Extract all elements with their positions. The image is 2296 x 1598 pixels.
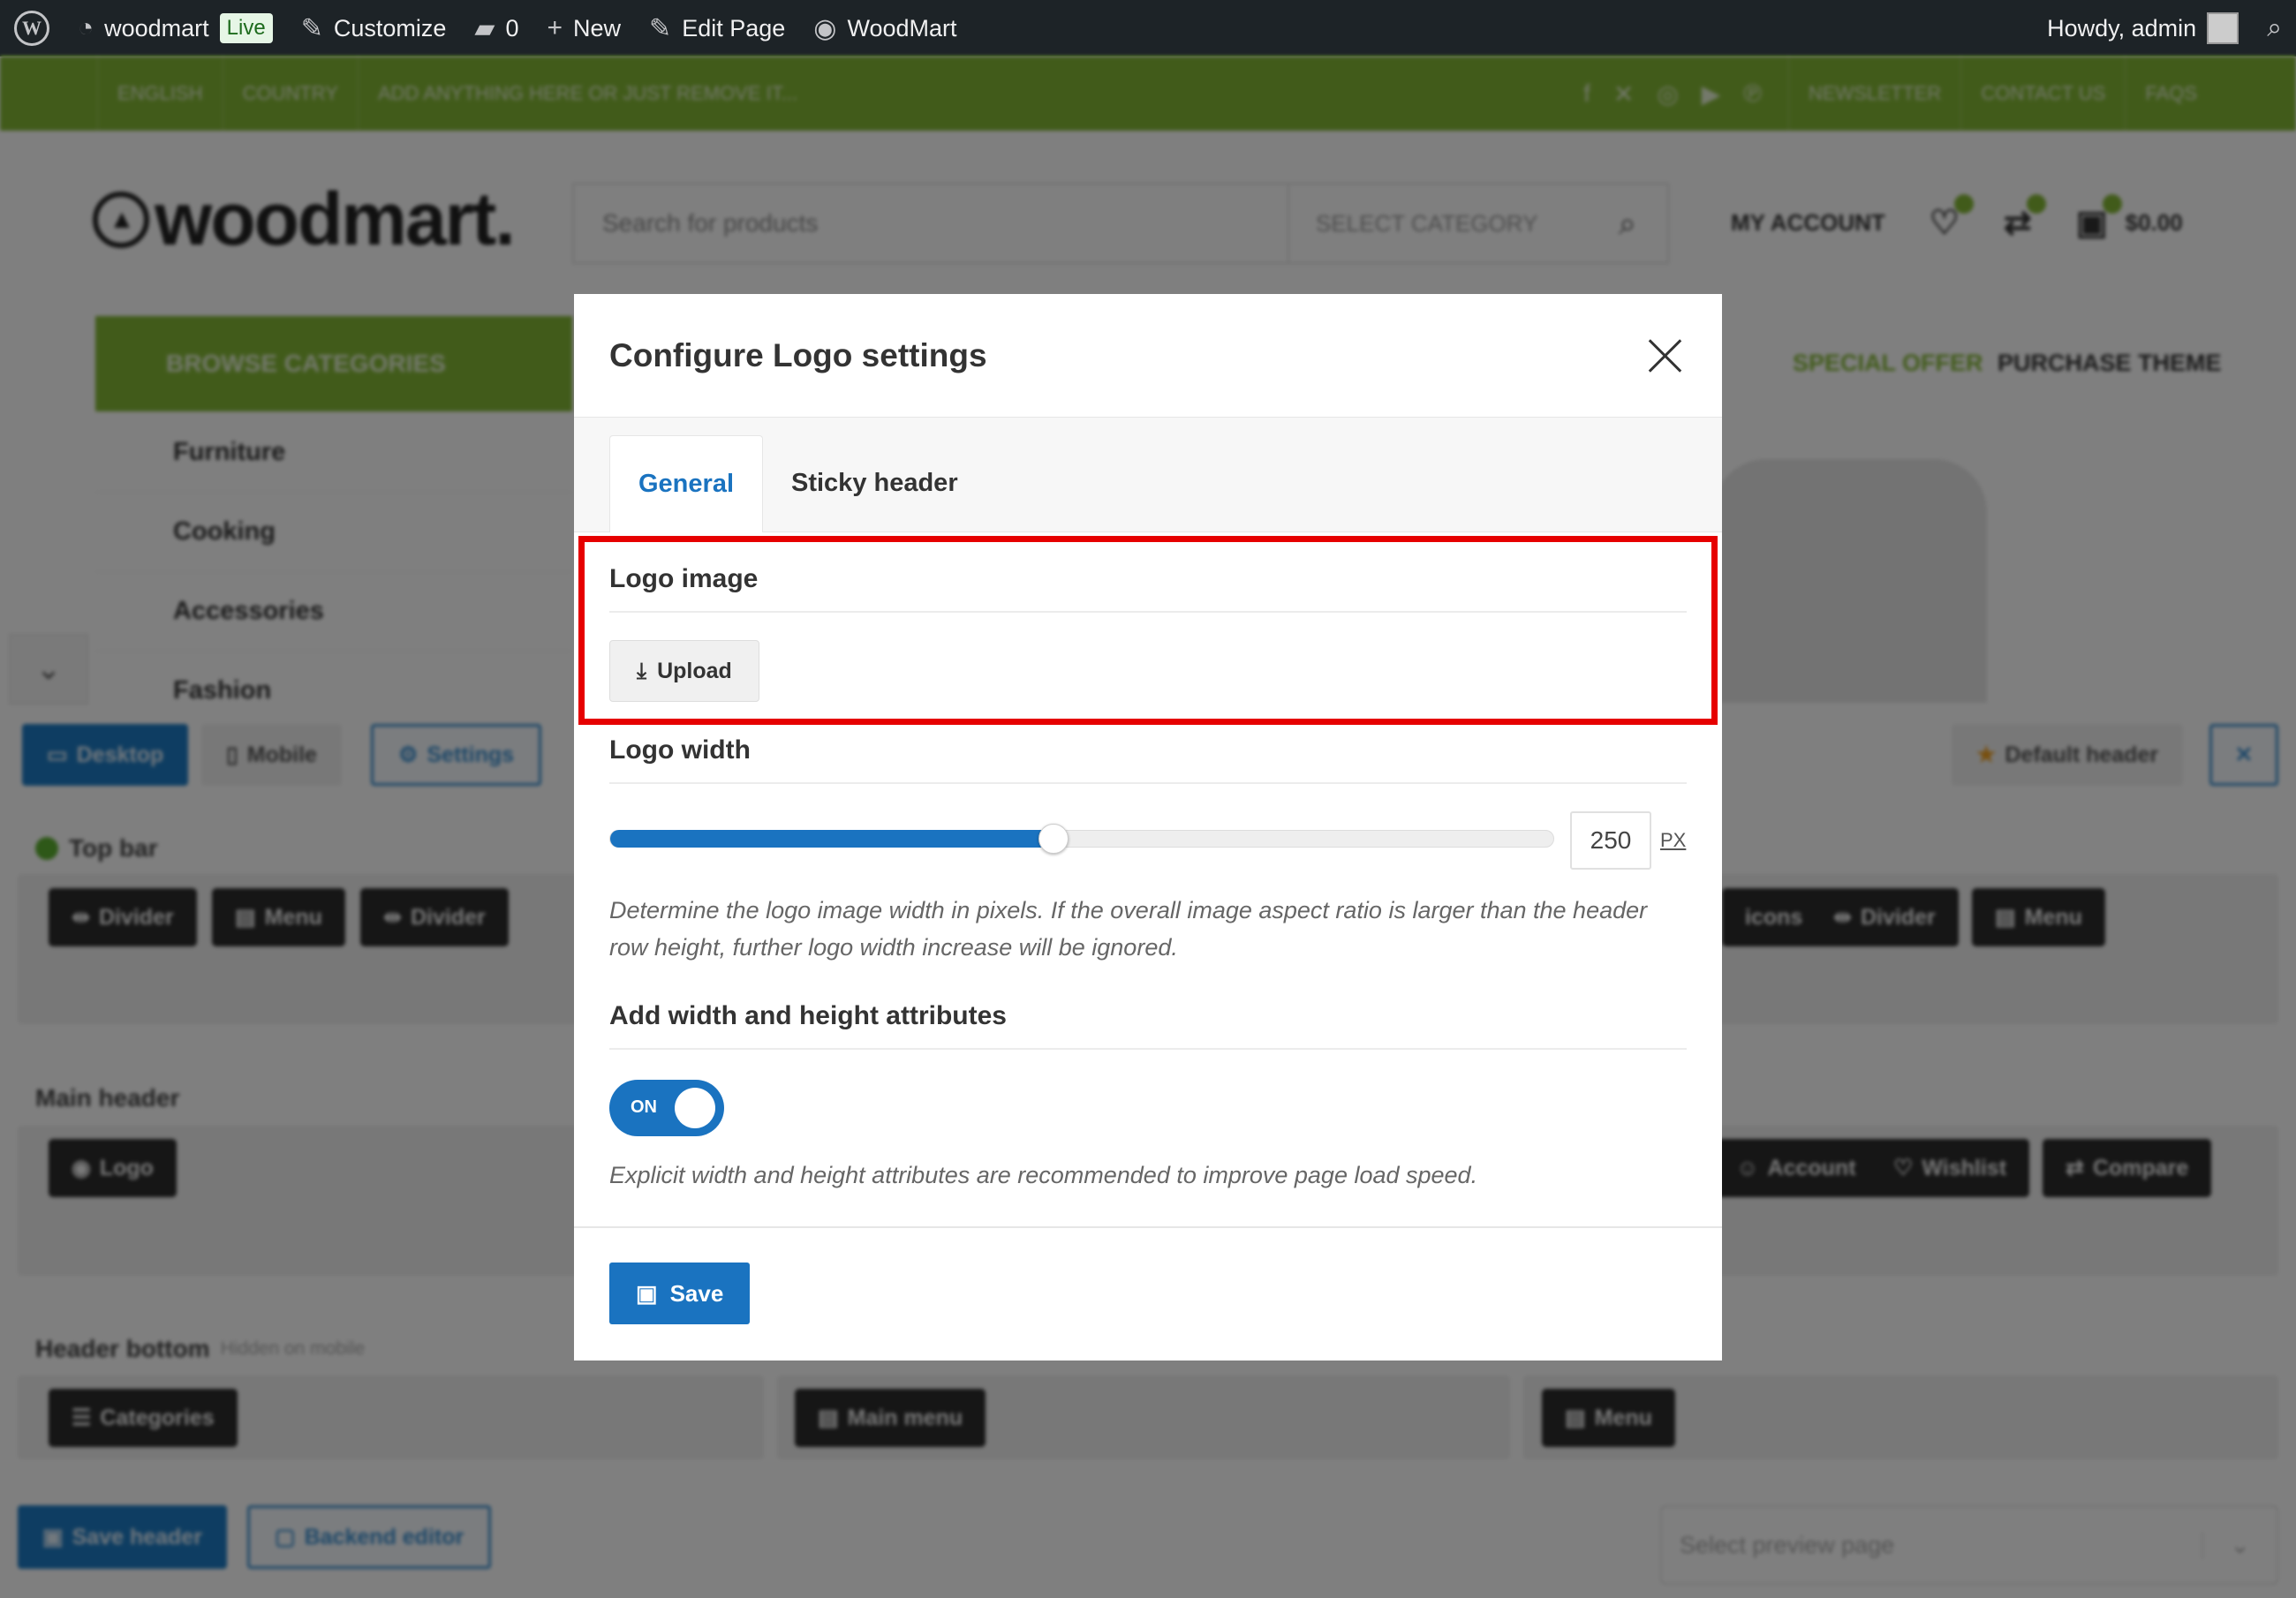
- toggle-knob: [675, 1088, 715, 1128]
- modal-header: Configure Logo settings: [574, 294, 1722, 418]
- modal-title: Configure Logo settings: [609, 336, 987, 373]
- logo-width-slider[interactable]: [609, 824, 1554, 854]
- tab-general[interactable]: General: [609, 435, 763, 532]
- save-label: Save: [669, 1279, 724, 1307]
- highlight-box: [578, 536, 1718, 725]
- save-icon: ▣: [636, 1279, 658, 1307]
- toggle-label: ON: [631, 1097, 657, 1117]
- divider: [609, 1048, 1687, 1050]
- logo-settings-modal: Configure Logo settings General Sticky h…: [574, 294, 1722, 1361]
- divider: [609, 782, 1687, 784]
- attributes-title: Add width and height attributes: [609, 1001, 1007, 1030]
- logo-width-input[interactable]: 250: [1570, 811, 1651, 870]
- logo-width-description: Determine the logo image width in pixels…: [609, 897, 1648, 961]
- unit-label[interactable]: PX: [1660, 829, 1686, 852]
- close-icon[interactable]: [1643, 334, 1687, 378]
- save-button[interactable]: ▣ Save: [609, 1263, 751, 1324]
- modal-tabs: General Sticky header: [574, 418, 1722, 532]
- modal-footer-divider: [574, 1226, 1722, 1228]
- attributes-description: Explicit width and height attributes are…: [609, 1162, 1478, 1188]
- tab-sticky-header[interactable]: Sticky header: [763, 434, 986, 531]
- slider-handle[interactable]: [1038, 824, 1069, 854]
- attributes-toggle[interactable]: ON: [609, 1080, 724, 1136]
- logo-width-title: Logo width: [609, 735, 751, 765]
- slider-fill: [610, 830, 1054, 848]
